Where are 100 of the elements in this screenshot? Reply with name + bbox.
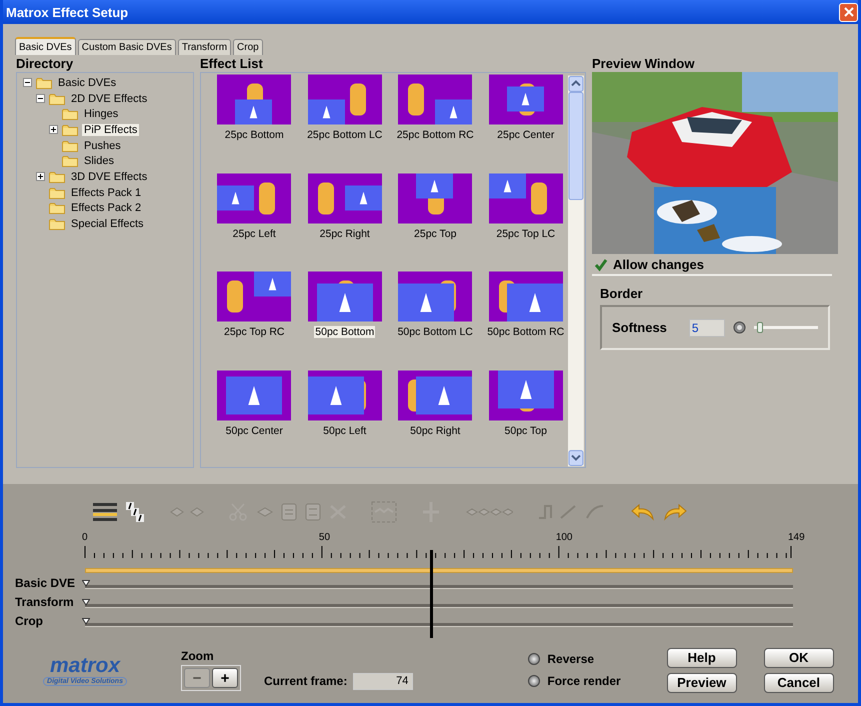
effect-thumbnail[interactable] [308,271,382,322]
collapse-icon[interactable] [23,78,32,88]
scrollbar[interactable] [568,74,584,468]
effect-thumbnail[interactable] [488,271,563,322]
effect-thumbnail[interactable] [488,370,563,420]
zoom-in-button[interactable]: + [212,668,238,688]
effect-label[interactable]: 25pc Bottom LC [306,129,384,141]
effect-thumbnail[interactable] [398,271,472,322]
effect-label[interactable]: 50pc Bottom LC [396,326,474,338]
effect-label[interactable]: 50pc Right [409,424,462,436]
effect-thumbnail[interactable] [217,74,292,125]
undo-icon[interactable] [631,503,655,521]
folder-icon [49,218,65,230]
preview-button[interactable]: Preview [666,672,737,692]
effect-thumbnail[interactable] [217,172,292,224]
effect-thumbnail[interactable] [398,74,472,125]
tab[interactable]: Crop [233,39,263,55]
radio-button[interactable] [528,653,540,665]
keyframe-marker[interactable] [82,617,90,625]
effect-label[interactable]: 25pc Bottom RC [396,129,475,141]
tree-item[interactable]: 2D DVE Effects [69,92,150,105]
effect-label[interactable]: 50pc Center [224,424,284,436]
close-icon [844,7,854,17]
effect-thumbnail[interactable] [308,74,382,125]
function-icon[interactable] [125,501,145,523]
effect-thumbnail[interactable] [308,172,382,224]
keyframe-marker[interactable] [82,598,90,606]
ruler-label: 100 [556,532,572,543]
tree-item[interactable]: Hinges [82,108,120,120]
effect-thumbnail[interactable] [488,74,563,125]
effect-thumbnail[interactable] [308,370,382,420]
tab[interactable]: Custom Basic DVEs [78,39,176,55]
softness-field[interactable]: 5 [688,318,725,336]
tree-item[interactable]: Effects Pack 2 [69,202,144,214]
help-button[interactable]: Help [666,648,737,668]
logo-text: matrox [50,654,120,676]
field-label: Softness [612,320,667,335]
radio-label: Force render [547,674,621,688]
cancel-button[interactable]: Cancel [764,672,834,692]
track-label: Transform [14,594,75,608]
effect-label[interactable]: 25pc Left [232,228,277,240]
effect-thumbnail[interactable] [217,271,292,322]
track-label: Basic DVE [14,576,76,590]
radio-button[interactable] [528,675,540,687]
tab[interactable]: Transform [178,39,232,55]
folder-icon [62,140,78,152]
effect-label[interactable]: 50pc Bottom [314,326,376,338]
folder-icon [49,186,65,199]
folder-icon [62,124,78,136]
effect-label[interactable]: 50pc Left [322,424,368,436]
effect-label[interactable]: 25pc Top [413,228,458,240]
playhead[interactable] [430,550,433,638]
tab[interactable]: Basic DVEs [15,37,76,55]
zoom-label: Zoom [181,649,215,663]
effect-label[interactable]: 50pc Bottom RC [486,326,566,338]
folder-icon [49,92,65,105]
section-heading: Border [600,286,644,301]
effect-label[interactable]: 25pc Center [496,129,556,141]
tree-item[interactable]: Basic DVEs [56,76,118,89]
effect-label[interactable]: 25pc Bottom [224,129,285,141]
keyframe-marker[interactable] [82,579,90,587]
window-title: Matrox Effect Setup [6,4,128,20]
expand-icon[interactable] [49,125,58,134]
effect-label[interactable]: 25pc Right [318,228,371,240]
redo-icon[interactable] [663,503,687,521]
track-label: Crop [14,614,44,628]
effect-thumbnail[interactable] [488,172,563,224]
tree-item[interactable]: Special Effects [69,218,146,230]
section-heading: Preview Window [592,55,696,72]
dial-icon[interactable] [732,321,746,334]
folder-icon [36,76,52,89]
section-heading: Effect List [200,55,264,72]
effect-label[interactable]: 50pc Top [504,424,548,436]
ruler-label: 50 [318,532,330,543]
zoom-out-button[interactable]: − [184,668,210,688]
tree-item[interactable]: 3D DVE Effects [69,170,150,183]
tree-item[interactable]: Effects Pack 1 [69,186,144,199]
effect-thumbnail[interactable] [398,172,472,224]
current-frame-field[interactable]: 74 [353,672,414,690]
effect-thumbnail[interactable] [217,370,292,420]
ruler-label: 0 [82,532,88,543]
list-icon[interactable] [93,501,117,523]
slider-thumb[interactable] [756,322,763,333]
effect-label[interactable]: 25pc Top RC [222,326,286,338]
expand-icon[interactable] [36,172,45,182]
section-heading: Directory [16,55,74,72]
checkbox[interactable] [594,258,608,272]
ruler-label: 149 [788,532,805,543]
radio-label: Reverse [547,652,594,666]
folder-icon [62,155,78,168]
tree-item[interactable]: Pushes [82,140,123,152]
effect-thumbnail[interactable] [398,370,472,420]
current-frame-label: Current frame: [264,674,348,688]
folder-icon [49,170,65,183]
tree-item[interactable]: PiP Effects [82,124,140,136]
tree-item[interactable]: Slides [82,155,116,168]
effect-label[interactable]: 25pc Top LC [495,228,556,240]
collapse-icon[interactable] [36,94,45,104]
ok-button[interactable]: OK [764,648,834,668]
close-button[interactable] [839,2,858,22]
